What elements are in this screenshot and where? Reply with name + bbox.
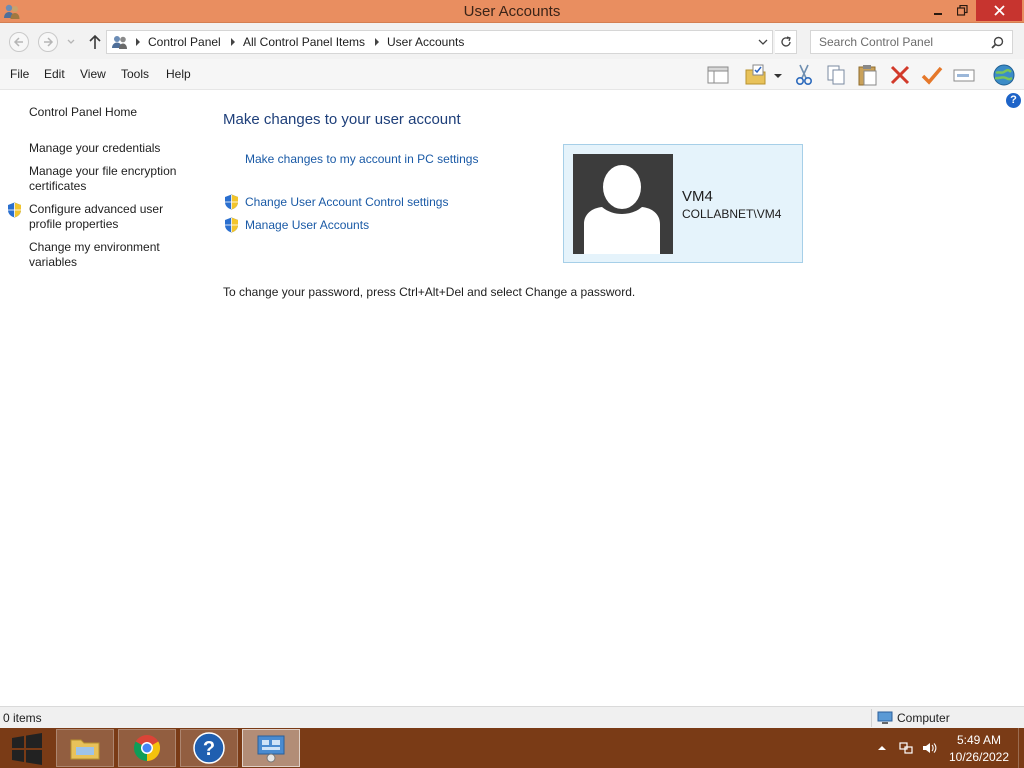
cut-icon[interactable]: [792, 63, 816, 87]
uac-shield-icon: [225, 217, 238, 233]
account-card[interactable]: VM4 COLLABNET\VM4: [563, 144, 803, 263]
manage-user-accounts-link[interactable]: Manage User Accounts: [245, 218, 369, 232]
folder-properties-icon[interactable]: [744, 63, 768, 87]
manage-encryption-certificates-link[interactable]: Manage your file encryption certificates: [29, 164, 189, 194]
search-icon[interactable]: [991, 36, 1004, 49]
item-count: 0 items: [3, 711, 42, 725]
uac-shield-icon: [225, 194, 238, 210]
close-icon: [993, 5, 1005, 16]
arrow-left-icon: [13, 37, 23, 47]
breadcrumb-user-accounts[interactable]: User Accounts: [387, 35, 464, 49]
breadcrumb-control-panel[interactable]: Control Panel: [148, 35, 221, 49]
volume-icon[interactable]: [921, 740, 937, 756]
restore-button[interactable]: [950, 0, 974, 21]
refresh-button[interactable]: [775, 30, 797, 54]
clock-time[interactable]: 5:49 AM: [946, 733, 1012, 747]
status-divider: [871, 709, 872, 727]
refresh-icon: [780, 36, 791, 47]
taskbar-file-explorer[interactable]: [56, 729, 114, 767]
menu-help[interactable]: Help: [166, 67, 191, 81]
breadcrumb-arrow-icon[interactable]: [374, 38, 380, 46]
views-dropdown-icon[interactable]: [771, 63, 785, 87]
search-input[interactable]: [811, 31, 989, 53]
layout-pane-icon[interactable]: [706, 63, 730, 87]
folder-icon: [70, 739, 100, 760]
network-icon[interactable]: [898, 740, 914, 756]
chrome-icon: [133, 735, 161, 762]
page-title: Make changes to your user account: [223, 111, 461, 128]
address-bar[interactable]: Control Panel All Control Panel Items Us…: [106, 30, 773, 54]
user-silhouette-icon: [584, 165, 660, 254]
avatar: [573, 154, 673, 254]
back-button[interactable]: [9, 32, 29, 52]
taskbar-help[interactable]: ?: [180, 729, 238, 767]
windows-start-icon[interactable]: [6, 732, 48, 766]
control-panel-icon: [112, 36, 127, 49]
taskbar-control-panel[interactable]: [242, 729, 300, 767]
forward-button[interactable]: [38, 32, 58, 52]
password-instructions: To change your password, press Ctrl+Alt+…: [223, 285, 636, 299]
minimize-button[interactable]: [926, 0, 950, 21]
taskbar: ? 5:49 AM 10/26/2022: [0, 728, 1024, 768]
account-name: VM4: [682, 188, 713, 205]
account-domain: COLLABNET\VM4: [682, 207, 782, 221]
menu-edit[interactable]: Edit: [44, 67, 65, 81]
rename-icon[interactable]: [952, 63, 976, 87]
svg-text:?: ?: [203, 738, 215, 760]
control-panel-home-link[interactable]: Control Panel Home: [29, 105, 199, 120]
menu-tools[interactable]: Tools: [121, 67, 149, 81]
clock-date[interactable]: 10/26/2022: [946, 750, 1012, 764]
window-title: User Accounts: [463, 3, 561, 20]
globe-icon[interactable]: [990, 63, 1018, 87]
copy-icon[interactable]: [824, 63, 848, 87]
control-panel-taskbar-icon: [257, 735, 285, 763]
show-desktop-button[interactable]: [1018, 728, 1024, 768]
close-button[interactable]: [976, 0, 1022, 21]
checkmark-icon[interactable]: [920, 63, 944, 87]
show-hidden-icons-icon[interactable]: [874, 740, 890, 756]
menu-view[interactable]: View: [80, 67, 106, 81]
menu-bar: File Edit View Tools Help: [0, 59, 1024, 90]
breadcrumb-all-control-panel-items[interactable]: All Control Panel Items: [243, 35, 365, 49]
computer-icon: [877, 711, 893, 724]
manage-credentials-link[interactable]: Manage your credentials: [29, 141, 199, 156]
search-box[interactable]: [810, 30, 1013, 54]
help-icon[interactable]: ?: [1006, 93, 1021, 108]
menu-file[interactable]: File: [10, 67, 29, 81]
uac-shield-icon: [8, 202, 21, 218]
minimize-icon: [934, 12, 942, 15]
up-arrow-icon[interactable]: [87, 33, 103, 51]
environment-variables-link[interactable]: Change my environment variables: [29, 240, 179, 270]
zone-label: Computer: [897, 711, 950, 725]
recent-locations-chevron-icon[interactable]: [66, 37, 76, 47]
title-bar: User Accounts: [0, 0, 1024, 23]
address-dropdown-icon[interactable]: [758, 38, 768, 46]
restore-icon: [956, 5, 968, 16]
navigation-bar: Control Panel All Control Panel Items Us…: [0, 23, 1024, 59]
paste-icon[interactable]: [856, 63, 880, 87]
advanced-profile-properties-link[interactable]: Configure advanced user profile properti…: [29, 202, 179, 232]
arrow-right-icon: [44, 37, 54, 47]
uac-settings-link[interactable]: Change User Account Control settings: [245, 195, 448, 209]
status-bar: 0 items Computer: [0, 706, 1024, 728]
breadcrumb-arrow-icon[interactable]: [230, 38, 236, 46]
taskbar-chrome[interactable]: [118, 729, 176, 767]
breadcrumb-arrow-icon[interactable]: [135, 38, 141, 46]
pc-settings-link[interactable]: Make changes to my account in PC setting…: [245, 152, 478, 166]
help-circle-icon: ?: [193, 732, 225, 764]
delete-icon[interactable]: [888, 63, 912, 87]
